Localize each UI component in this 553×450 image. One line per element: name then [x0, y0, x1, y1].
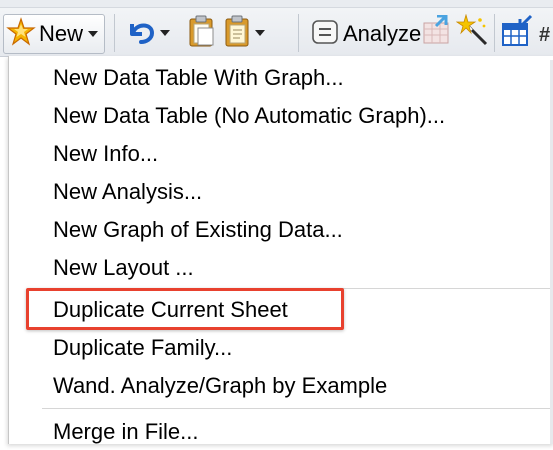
analyze-icon: [311, 18, 339, 51]
menu-separator: [42, 408, 553, 409]
new-button[interactable]: New: [3, 14, 106, 54]
menu-item-new-layout[interactable]: New Layout ...: [53, 250, 194, 286]
new-star-icon: [6, 16, 36, 52]
menu-item-new-graph-existing-data[interactable]: New Graph of Existing Data...: [53, 212, 343, 248]
magic-wand-icon: [455, 13, 490, 53]
menu-item-new-data-table-no-graph[interactable]: New Data Table (No Automatic Graph)...: [53, 98, 445, 134]
new-button-label: New: [39, 21, 84, 46]
toolbar: New Analyze #: [0, 0, 553, 57]
copy-button[interactable]: [186, 14, 216, 53]
new-dropdown-menu: New Data Table With Graph... New Data Ta…: [8, 56, 553, 444]
toolbar-overflow-glyph: #: [539, 24, 551, 46]
toolbar-divider: [114, 14, 115, 52]
highlight-box: [26, 288, 344, 330]
table-graph-icon: [420, 14, 452, 52]
menu-item-merge-in-file[interactable]: Merge in File...: [53, 414, 199, 450]
paste-chevron-down-icon[interactable]: [255, 30, 265, 36]
menu-item-wand-analyze-graph[interactable]: Wand. Analyze/Graph by Example: [53, 368, 387, 404]
undo-button[interactable]: [124, 16, 170, 50]
menu-item-new-data-table-with-graph[interactable]: New Data Table With Graph...: [53, 60, 344, 96]
undo-icon: [124, 16, 158, 51]
insert-table-icon: [500, 14, 534, 53]
undo-chevron-down-icon[interactable]: [160, 30, 170, 36]
toolbar-top-strip: [0, 0, 553, 8]
analyze-button[interactable]: Analyze: [308, 16, 426, 52]
chevron-down-icon: [88, 31, 99, 37]
magic-wand-button[interactable]: [455, 13, 490, 53]
insert-table-button[interactable]: [500, 14, 534, 53]
toolbar-divider: [298, 14, 299, 52]
clipboard-copy-icon: [186, 14, 216, 53]
menu-item-new-analysis[interactable]: New Analysis...: [53, 174, 202, 210]
paste-button[interactable]: [222, 14, 265, 53]
table-graph-button[interactable]: [420, 14, 452, 52]
menu-item-new-info[interactable]: New Info...: [53, 136, 158, 172]
clipboard-paste-icon: [222, 14, 252, 53]
analyze-button-label: Analyze: [343, 21, 422, 46]
menu-item-duplicate-family[interactable]: Duplicate Family...: [53, 330, 232, 366]
toolbar-divider: [494, 14, 495, 52]
